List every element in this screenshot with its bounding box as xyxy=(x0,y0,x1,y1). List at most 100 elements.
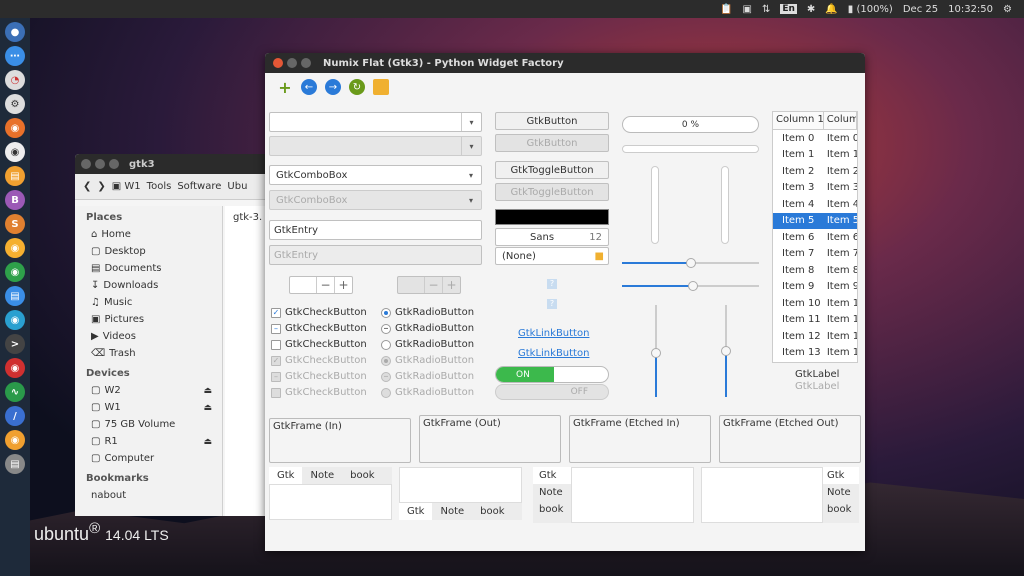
battery-indicator[interactable]: ▮ (100%) xyxy=(848,4,893,15)
text-entry[interactable]: GtkEntry xyxy=(269,220,482,240)
chrome-icon[interactable]: ◉ xyxy=(5,262,25,282)
link-button[interactable]: GtkLinkButton xyxy=(518,348,589,359)
sidebar-item-volume[interactable]: ▢ 75 GB Volume xyxy=(75,416,222,433)
dash-icon[interactable]: ● xyxy=(5,22,25,42)
file-item[interactable]: gtk-3. xyxy=(233,212,262,223)
tab-gtk[interactable]: Gtk xyxy=(269,467,303,484)
column-header[interactable]: Column 1 xyxy=(773,112,824,129)
tree-row[interactable]: Item 10 Item 1 xyxy=(773,295,857,312)
forward-icon[interactable]: → xyxy=(325,79,341,95)
tree-view[interactable]: Column 1 Column Item 0Item 0Item 1Item 1… xyxy=(772,111,858,363)
horizontal-scale[interactable] xyxy=(622,281,759,291)
tree-row[interactable]: Item 5 Item 5 xyxy=(773,212,857,229)
minimize-icon[interactable] xyxy=(95,159,105,169)
tree-row[interactable]: Item 6 Item 6 xyxy=(773,229,857,246)
tree-row[interactable]: Item 8 Item 8 xyxy=(773,262,857,279)
color-button[interactable] xyxy=(495,209,609,225)
app-icon[interactable]: ⋯ xyxy=(5,46,25,66)
minus-icon[interactable]: − xyxy=(316,277,334,293)
files-icon[interactable]: ▤ xyxy=(5,166,25,186)
sidebar-item-w1[interactable]: ▢ W1 ⏏ xyxy=(75,399,222,416)
tab-book[interactable]: book xyxy=(533,501,571,518)
back-icon[interactable]: ❮ xyxy=(83,181,91,192)
back-icon[interactable]: ← xyxy=(301,79,317,95)
forward-icon[interactable]: ❯ xyxy=(97,181,105,192)
tree-row[interactable]: Item 11 Item 1 xyxy=(773,312,857,329)
tab-note[interactable]: Note xyxy=(823,484,859,501)
tab-book[interactable]: book xyxy=(472,503,512,520)
scale-handle[interactable] xyxy=(688,281,699,291)
toggle-button[interactable]: GtkToggleButton xyxy=(495,161,609,179)
tab-gtk[interactable]: Gtk xyxy=(823,467,859,484)
tab-gtk[interactable]: Gtk xyxy=(533,467,571,484)
tree-row[interactable]: Item 12 Item 1 xyxy=(773,328,857,345)
tree-row[interactable]: Item 1 Item 1 xyxy=(773,147,857,164)
column-header[interactable]: Column xyxy=(824,112,857,129)
store-icon[interactable]: B xyxy=(5,190,25,210)
terminal-icon[interactable]: > xyxy=(5,334,25,354)
eject-icon[interactable]: ⏏ xyxy=(203,437,212,447)
sidebar-item-downloads[interactable]: ↧ Downloads xyxy=(75,277,222,294)
location-w1[interactable]: ▣ W1 xyxy=(112,181,141,192)
sidebar-item-desktop[interactable]: ▢ Desktop xyxy=(75,243,222,260)
tab-note[interactable]: Note xyxy=(432,503,472,520)
scale-handle[interactable] xyxy=(651,347,661,358)
tree-row[interactable]: Item 3 Item 3 xyxy=(773,180,857,197)
cpu-icon[interactable]: ▣ xyxy=(743,4,752,15)
check-button-checked[interactable]: ✓ GtkCheckButton xyxy=(271,305,367,320)
scale-handle[interactable] xyxy=(685,258,696,268)
font-button[interactable]: Sans 12 xyxy=(495,228,609,246)
chart-app-icon[interactable]: ◔ xyxy=(5,70,25,90)
eject-icon[interactable]: ⏏ xyxy=(203,403,212,413)
close-icon[interactable] xyxy=(273,58,283,68)
link-button[interactable]: GtkLinkButton xyxy=(518,328,589,339)
sidebar-item-trash[interactable]: ⌫ Trash xyxy=(75,345,222,362)
vertical-scale[interactable] xyxy=(721,305,731,397)
app4-icon[interactable]: ◉ xyxy=(5,310,25,330)
settings-app-icon[interactable]: ⚙ xyxy=(5,94,25,114)
scale-handle[interactable] xyxy=(721,346,731,356)
app2-icon[interactable]: ◉ xyxy=(5,238,25,258)
monitor-icon[interactable]: ∿ xyxy=(5,382,25,402)
location-ubu[interactable]: Ubu xyxy=(227,181,247,192)
close-icon[interactable] xyxy=(81,159,91,169)
sidebar-item-pictures[interactable]: ▣ Pictures xyxy=(75,311,222,328)
app3-icon[interactable]: ▤ xyxy=(5,286,25,306)
sidebar-item-music[interactable]: ♫ Music xyxy=(75,294,222,311)
app5-icon[interactable]: ◉ xyxy=(5,358,25,378)
tab-note[interactable]: Note xyxy=(302,467,342,484)
tab-note[interactable]: Note xyxy=(533,484,571,501)
keyboard-layout[interactable]: En xyxy=(780,4,797,14)
sidebar-item-videos[interactable]: ▶ Videos xyxy=(75,328,222,345)
check-button-inconsistent[interactable]: – GtkCheckButton xyxy=(271,321,367,336)
sidebar-item-computer[interactable]: ▢ Computer xyxy=(75,450,222,467)
add-icon[interactable]: + xyxy=(277,78,293,97)
bluetooth-icon[interactable]: ✱ xyxy=(807,4,815,15)
refresh-icon[interactable]: ↻ xyxy=(349,79,365,95)
sidebar-item-bookmark[interactable]: nabout xyxy=(75,487,222,504)
tree-row[interactable]: Item 2 Item 2 xyxy=(773,163,857,180)
sidebar-item-home[interactable]: ⌂ Home xyxy=(75,226,222,243)
tree-row[interactable]: Item 13 Item 1 xyxy=(773,345,857,362)
file-chooser-button[interactable]: (None) ■ xyxy=(495,247,609,265)
trash-icon[interactable]: ▤ xyxy=(5,454,25,474)
combo-entry[interactable]: ▾ xyxy=(269,112,482,132)
clock-label[interactable]: 10:32:50 xyxy=(948,4,993,15)
power-icon[interactable]: ⚙ xyxy=(1003,4,1012,15)
combobox[interactable]: GtkComboBox ▾ xyxy=(269,165,482,185)
tab-book[interactable]: book xyxy=(342,467,382,484)
app6-icon[interactable]: / xyxy=(5,406,25,426)
network-icon[interactable]: ⇅ xyxy=(762,4,770,15)
tab-gtk[interactable]: Gtk xyxy=(399,503,433,520)
sidebar-item-w2[interactable]: ▢ W2 ⏏ xyxy=(75,382,222,399)
minimize-icon[interactable] xyxy=(287,58,297,68)
tree-row[interactable]: Item 4 Item 4 xyxy=(773,196,857,213)
horizontal-scale[interactable] xyxy=(622,258,759,268)
chevron-down-icon[interactable]: ▾ xyxy=(461,113,481,131)
gtk-button[interactable]: GtkButton xyxy=(495,112,609,130)
sidebar-item-documents[interactable]: ▤ Documents xyxy=(75,260,222,277)
plus-icon[interactable]: + xyxy=(334,277,352,293)
location-software[interactable]: Software xyxy=(177,181,221,192)
tree-row[interactable]: Item 9 Item 9 xyxy=(773,279,857,296)
software-icon[interactable]: S xyxy=(5,214,25,234)
